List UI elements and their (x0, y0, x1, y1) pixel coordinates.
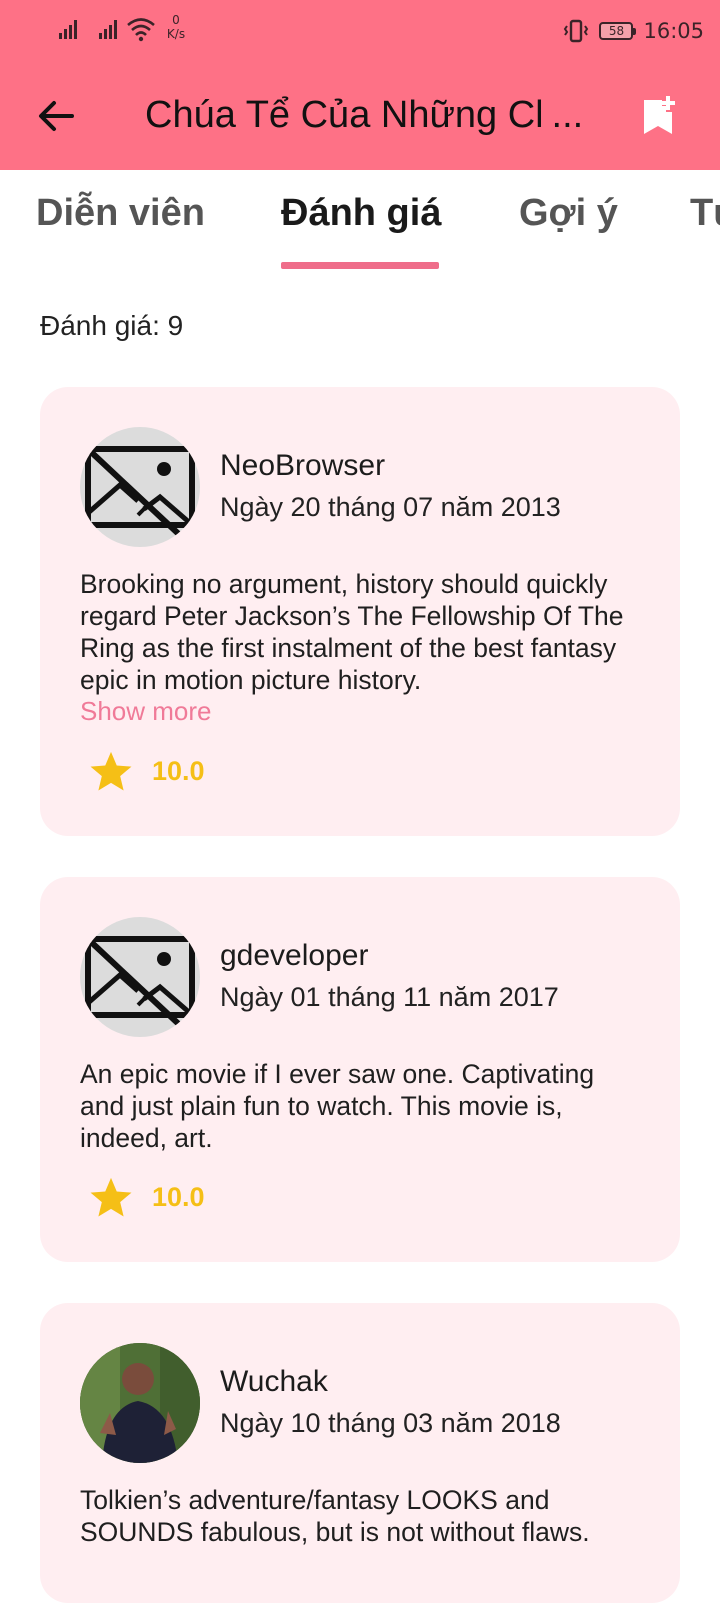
review-text: Brooking no argument, history should qui… (80, 569, 624, 695)
review-author: NeoBrowser (220, 449, 386, 482)
back-button[interactable] (28, 92, 84, 140)
review-date: Ngày 01 tháng 11 năm 2017 (220, 982, 559, 1012)
review-card: Wuchak Ngày 10 tháng 03 năm 2018 Tolkien… (40, 1303, 680, 1603)
tab-reviews[interactable]: Đánh giá (281, 192, 441, 235)
page-title: Chúa Tể Của Những Chiếc Nhẫn ... (145, 94, 584, 136)
show-more-link[interactable]: Show more (80, 696, 212, 727)
clock: 16:05 (643, 19, 704, 43)
app-bar: Chúa Tể Của Những Chiếc Nhẫn ... (0, 62, 720, 170)
review-text: Tolkien’s adventure/fantasy LOOKS and SO… (80, 1485, 590, 1547)
review-card: NeoBrowser Ngày 20 tháng 07 năm 2013 Bro… (40, 387, 680, 836)
avatar (80, 917, 200, 1037)
add-bookmark-button[interactable] (632, 90, 684, 142)
wifi-icon (127, 18, 155, 42)
arrow-back-icon (39, 101, 74, 131)
rating: 10.0 (88, 749, 205, 793)
review-text: An epic movie if I ever saw one. Captiva… (80, 1059, 595, 1153)
star-icon (90, 1177, 132, 1217)
rating: 10.0 (88, 1175, 205, 1219)
review-card: gdeveloper Ngày 01 tháng 11 năm 2017 An … (40, 877, 680, 1262)
cellular-signal-icon (59, 20, 77, 39)
vibrate-icon (564, 19, 589, 43)
review-date: Ngày 10 tháng 03 năm 2018 (220, 1408, 561, 1438)
review-date: Ngày 20 tháng 07 năm 2013 (220, 492, 561, 522)
network-speed-unit: K/s (166, 27, 186, 41)
rating-value: 10.0 (152, 1181, 205, 1212)
tab-indicator (281, 262, 439, 269)
broken-image-icon (85, 936, 195, 1032)
tab-bar: Diễn viên Đánh giá Gợi ý Tương tự (0, 170, 720, 270)
user-photo (80, 1343, 200, 1463)
tab-suggestions[interactable]: Gợi ý (519, 192, 618, 235)
rating-value: 10.0 (152, 755, 205, 786)
review-author: Wuchak (220, 1365, 328, 1398)
bookmark-add-icon (644, 96, 675, 134)
review-count: Đánh giá: 9 (40, 310, 184, 341)
avatar (80, 427, 200, 547)
network-speed: 0 K/s (163, 13, 189, 41)
network-speed-value: 0 (172, 13, 180, 27)
tab-cast[interactable]: Diễn viên (36, 192, 205, 235)
cellular-signal-icon (99, 20, 117, 39)
broken-image-icon (85, 446, 195, 542)
star-icon (90, 751, 132, 791)
battery-indicator: 58 (599, 22, 637, 40)
status-bar: 0 K/s 58 16:05 (0, 0, 720, 62)
review-author: gdeveloper (220, 939, 369, 972)
avatar (80, 1343, 200, 1463)
tab-similar[interactable]: Tương tự (690, 192, 720, 235)
